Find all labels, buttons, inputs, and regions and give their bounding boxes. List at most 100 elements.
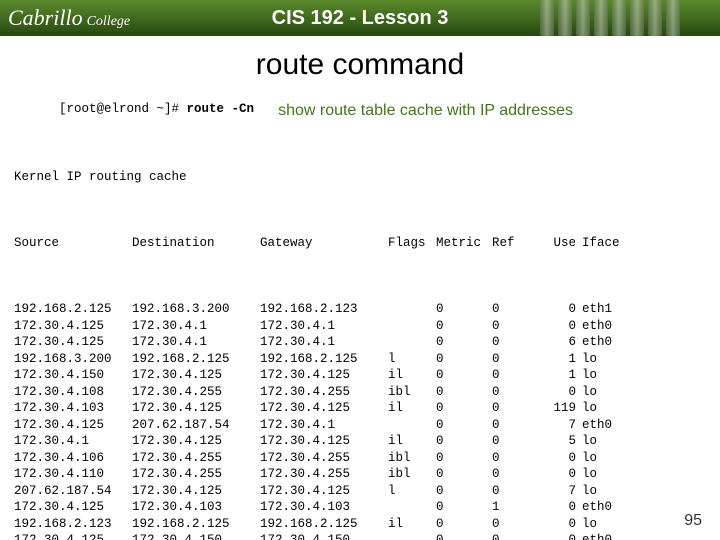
cell-destination: 207.62.187.54 [132,417,260,434]
cell-gateway: 172.30.4.125 [260,433,388,450]
table-row: 172.30.4.103172.30.4.125172.30.4.125il00… [14,400,706,417]
cell-use: 119 [532,400,582,417]
col-ref: Ref [492,235,532,252]
cell-destination: 172.30.4.1 [132,334,260,351]
cell-ref: 0 [492,532,532,540]
cell-iface: eth0 [582,532,632,540]
cell-use: 0 [532,516,582,533]
cell-destination: 172.30.4.255 [132,466,260,483]
cell-metric: 0 [436,450,492,467]
cell-use: 7 [532,483,582,500]
col-gateway: Gateway [260,235,388,252]
col-use: Use [532,235,582,252]
cell-ref: 0 [492,301,532,318]
cell-flags: il [388,367,436,384]
table-header-row: Source Destination Gateway Flags Metric … [14,235,706,252]
cell-flags [388,499,436,516]
table-body: 192.168.2.125192.168.3.200192.168.2.1230… [14,301,706,540]
cell-iface: eth0 [582,499,632,516]
cell-metric: 0 [436,301,492,318]
cell-use: 5 [532,433,582,450]
table-row: 172.30.4.125172.30.4.150172.30.4.150000e… [14,532,706,540]
cell-source: 207.62.187.54 [14,483,132,500]
cell-ref: 0 [492,483,532,500]
cell-flags [388,417,436,434]
logo-main-text: Cabrillo [8,5,83,31]
cell-source: 192.168.2.123 [14,516,132,533]
cell-flags: l [388,483,436,500]
cell-use: 0 [532,301,582,318]
page-number: 95 [684,512,702,530]
cell-flags [388,532,436,540]
cell-gateway: 172.30.4.125 [260,367,388,384]
cell-gateway: 172.30.4.125 [260,400,388,417]
cell-metric: 0 [436,384,492,401]
cell-metric: 0 [436,351,492,368]
cell-gateway: 172.30.4.1 [260,334,388,351]
annotation-text: show route table cache with IP addresses [278,102,573,120]
cell-ref: 0 [492,466,532,483]
cell-flags [388,318,436,335]
cell-iface: eth0 [582,417,632,434]
table-row: 192.168.3.200192.168.2.125192.168.2.125l… [14,351,706,368]
cell-use: 1 [532,351,582,368]
logo-secondary-text: College [87,14,131,30]
cell-flags: il [388,433,436,450]
cell-source: 172.30.4.150 [14,367,132,384]
cell-destination: 192.168.2.125 [132,351,260,368]
cell-iface: eth1 [582,301,632,318]
cell-source: 172.30.4.125 [14,499,132,516]
cell-source: 172.30.4.108 [14,384,132,401]
cell-ref: 0 [492,400,532,417]
cell-source: 192.168.2.125 [14,301,132,318]
cell-destination: 172.30.4.150 [132,532,260,540]
cell-gateway: 192.168.2.125 [260,351,388,368]
cell-use: 0 [532,384,582,401]
cell-iface: lo [582,450,632,467]
cell-flags: l [388,351,436,368]
cell-gateway: 172.30.4.255 [260,384,388,401]
cell-metric: 0 [436,532,492,540]
table-row: 172.30.4.125207.62.187.54172.30.4.1007et… [14,417,706,434]
col-source: Source [14,235,132,252]
cell-metric: 0 [436,367,492,384]
cell-use: 0 [532,466,582,483]
cell-iface: lo [582,466,632,483]
cell-ref: 0 [492,384,532,401]
cell-gateway: 192.168.2.125 [260,516,388,533]
cell-source: 172.30.4.110 [14,466,132,483]
cell-source: 172.30.4.103 [14,400,132,417]
col-destination: Destination [132,235,260,252]
table-row: 172.30.4.106172.30.4.255172.30.4.255ibl0… [14,450,706,467]
cell-gateway: 172.30.4.1 [260,417,388,434]
cell-use: 1 [532,367,582,384]
col-iface: Iface [582,235,632,252]
cell-iface: eth0 [582,318,632,335]
table-row: 172.30.4.125172.30.4.1172.30.4.1000eth0 [14,318,706,335]
cell-gateway: 192.168.2.123 [260,301,388,318]
college-logo: Cabrillo College [0,5,130,31]
cell-iface: lo [582,367,632,384]
prompt-text: [root@elrond ~]# [59,102,187,116]
command-line: [root@elrond ~]# route -Cn show route tab… [14,88,706,134]
cell-ref: 1 [492,499,532,516]
table-row: 172.30.4.110172.30.4.255172.30.4.255ibl0… [14,466,706,483]
table-row: 207.62.187.54172.30.4.125172.30.4.125l00… [14,483,706,500]
cell-source: 172.30.4.1 [14,433,132,450]
cell-ref: 0 [492,351,532,368]
command-text: route -Cn [187,102,255,116]
cell-ref: 0 [492,450,532,467]
header-bar: Cabrillo College CIS 192 - Lesson 3 [0,0,720,36]
cell-gateway: 172.30.4.255 [260,450,388,467]
cell-destination: 172.30.4.125 [132,367,260,384]
cell-ref: 0 [492,318,532,335]
terminal-output: Kernel IP routing cache Source Destinati… [14,136,706,540]
cell-iface: lo [582,433,632,450]
cell-destination: 172.30.4.1 [132,318,260,335]
cell-flags: ibl [388,466,436,483]
col-metric: Metric [436,235,492,252]
cell-metric: 0 [436,433,492,450]
cell-metric: 0 [436,417,492,434]
cell-source: 172.30.4.125 [14,417,132,434]
cell-metric: 0 [436,400,492,417]
